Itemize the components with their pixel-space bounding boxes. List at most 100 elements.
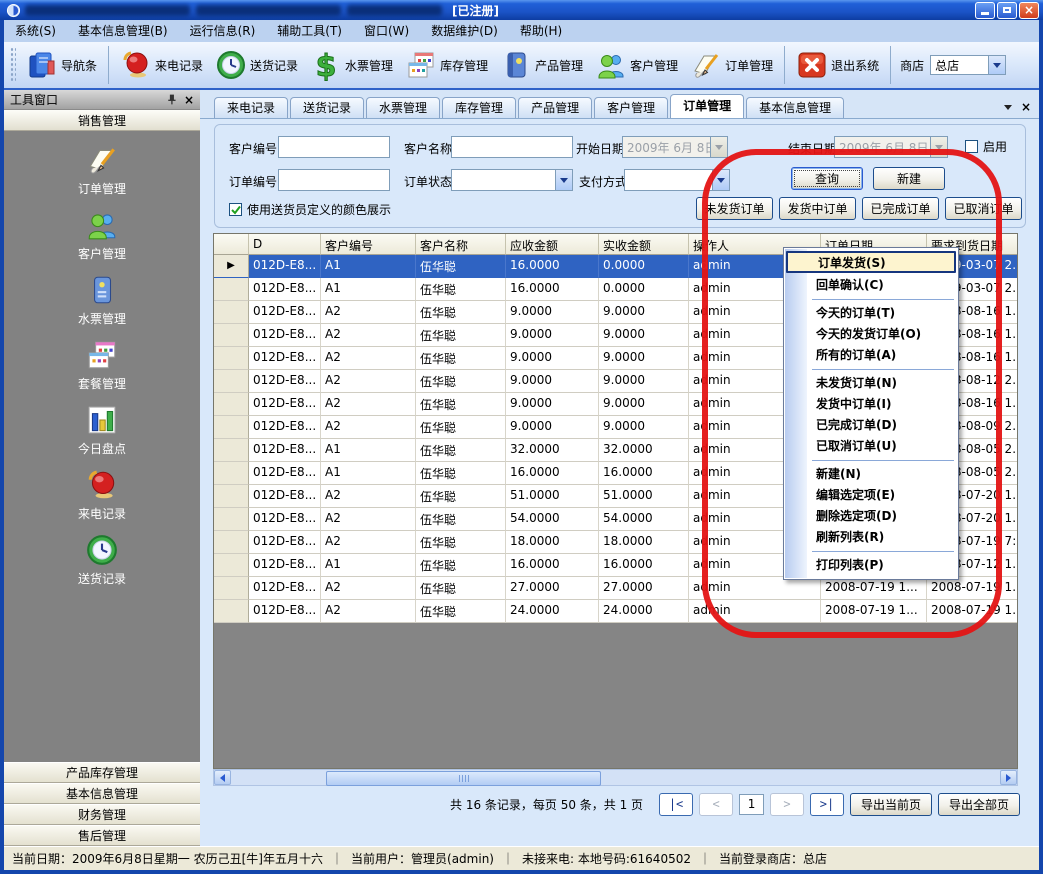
- menu-item[interactable]: 运行信息(R): [179, 20, 267, 42]
- checkbox-unchecked-icon[interactable]: [965, 140, 978, 153]
- scroll-right-icon[interactable]: [1000, 770, 1017, 785]
- cust-no-input[interactable]: [278, 136, 390, 158]
- toolbar-button[interactable]: 退出系统: [790, 45, 885, 85]
- row-selector-cell[interactable]: [214, 301, 249, 324]
- context-menu-item[interactable]: 刷新列表(R): [784, 527, 958, 548]
- tab[interactable]: 基本信息管理: [746, 97, 844, 118]
- order-status-filter-button[interactable]: 未发货订单: [696, 197, 773, 220]
- close-button[interactable]: ×: [1019, 2, 1039, 19]
- order-status-filter-button[interactable]: 已完成订单: [862, 197, 939, 220]
- toolbar-button[interactable]: $ 水票管理: [304, 45, 399, 85]
- sidebar-item[interactable]: 订单管理: [78, 143, 126, 197]
- row-selector-cell[interactable]: [214, 370, 249, 393]
- context-menu-item[interactable]: 订单发货(S): [786, 251, 956, 273]
- page-number-input[interactable]: 1: [739, 794, 764, 815]
- row-selector-cell[interactable]: [214, 324, 249, 347]
- tab-close-icon[interactable]: ×: [1018, 100, 1034, 114]
- checkbox-checked-icon[interactable]: [229, 203, 242, 216]
- sidebar-item[interactable]: 今日盘点: [78, 403, 126, 457]
- menu-item[interactable]: 窗口(W): [353, 20, 420, 42]
- toolbar-button[interactable]: 送货记录: [209, 45, 304, 85]
- tab[interactable]: 订单管理: [670, 94, 744, 118]
- sidebar-item[interactable]: 套餐管理: [78, 338, 126, 392]
- row-selector-cell[interactable]: [214, 577, 249, 600]
- column-header[interactable]: 实收金额: [599, 234, 689, 255]
- end-date-picker[interactable]: 2009年 6月 8日: [834, 136, 948, 158]
- first-page-button[interactable]: |<: [659, 793, 693, 816]
- pay-method-combobox[interactable]: [624, 169, 730, 191]
- horizontal-scrollbar[interactable]: [213, 769, 1018, 786]
- column-header[interactable]: [214, 234, 249, 255]
- column-header[interactable]: 应收金额: [506, 234, 599, 255]
- sidebar-item[interactable]: 客户管理: [78, 208, 126, 262]
- sidebar-section-header[interactable]: 销售管理: [4, 110, 200, 131]
- column-header[interactable]: 客户名称: [416, 234, 506, 255]
- row-selector-cell[interactable]: [214, 462, 249, 485]
- order-status-filter-button[interactable]: 发货中订单: [779, 197, 856, 220]
- context-menu-item[interactable]: 编辑选定项(E): [784, 485, 958, 506]
- row-selector-cell[interactable]: [214, 485, 249, 508]
- menu-item[interactable]: 系统(S): [4, 20, 67, 42]
- chevron-down-icon[interactable]: [555, 170, 572, 190]
- sidebar-item[interactable]: 送货记录: [78, 533, 126, 587]
- row-selector-cell[interactable]: [214, 531, 249, 554]
- order-no-input[interactable]: [278, 169, 390, 191]
- cust-name-input[interactable]: [451, 136, 573, 158]
- toolbar-grip[interactable]: [10, 47, 16, 83]
- tab[interactable]: 客户管理: [594, 97, 668, 118]
- menu-item[interactable]: 数据维护(D): [420, 20, 509, 42]
- context-menu-item[interactable]: 新建(N): [784, 464, 958, 485]
- tool-window-close-icon[interactable]: ×: [184, 93, 194, 107]
- row-selector-cell[interactable]: [214, 508, 249, 531]
- row-selector-cell[interactable]: [214, 439, 249, 462]
- row-selector-cell[interactable]: [214, 554, 249, 577]
- restore-button[interactable]: [997, 2, 1017, 19]
- context-menu-item[interactable]: 今天的订单(T): [784, 303, 958, 324]
- last-page-button[interactable]: >|: [810, 793, 844, 816]
- sidebar-item[interactable]: 来电记录: [78, 468, 126, 522]
- pin-icon[interactable]: [165, 93, 178, 106]
- context-menu-item[interactable]: 删除选定项(D): [784, 506, 958, 527]
- export-all-pages-button[interactable]: 导出全部页: [938, 793, 1020, 816]
- scroll-left-icon[interactable]: [214, 770, 231, 785]
- order-status-combobox[interactable]: [451, 169, 573, 191]
- prev-page-button[interactable]: <: [699, 793, 733, 816]
- shop-combobox[interactable]: 总店: [930, 55, 1006, 75]
- tab-list-dropdown-icon[interactable]: [1000, 100, 1016, 114]
- row-selector-cell[interactable]: [214, 416, 249, 439]
- sidebar-group-bar[interactable]: 产品库存管理: [4, 762, 200, 783]
- start-date-picker[interactable]: 2009年 6月 8日: [622, 136, 728, 158]
- context-menu-item[interactable]: 未发货订单(N): [784, 373, 958, 394]
- column-header[interactable]: D: [249, 234, 321, 255]
- row-selector-cell[interactable]: [214, 393, 249, 416]
- table-row[interactable]: 012D-E8... A2 伍华聪 24.0000 24.0000 admin …: [214, 600, 1017, 623]
- sidebar-group-bar[interactable]: 基本信息管理: [4, 783, 200, 804]
- enable-checkbox[interactable]: 启用: [965, 138, 1007, 155]
- sidebar-group-bar[interactable]: 售后管理: [4, 825, 200, 846]
- scrollbar-thumb[interactable]: [326, 771, 601, 786]
- toolbar-button[interactable]: 来电记录: [114, 45, 209, 85]
- toolbar-button[interactable]: 客户管理: [589, 45, 684, 85]
- tab[interactable]: 来电记录: [214, 97, 288, 118]
- order-status-filter-button[interactable]: 已取消订单: [945, 197, 1022, 220]
- tab[interactable]: 送货记录: [290, 97, 364, 118]
- context-menu-item[interactable]: 回单确认(C): [784, 275, 958, 296]
- menu-item[interactable]: 帮助(H): [509, 20, 573, 42]
- context-menu-item[interactable]: 打印列表(P): [784, 555, 958, 576]
- context-menu-item[interactable]: 已取消订单(U): [784, 436, 958, 457]
- toolbar-button[interactable]: 产品管理: [494, 45, 589, 85]
- toolbar-button[interactable]: 订单管理: [684, 45, 779, 85]
- sidebar-item[interactable]: 水票管理: [78, 273, 126, 327]
- chevron-down-icon[interactable]: [988, 56, 1005, 74]
- tab[interactable]: 水票管理: [366, 97, 440, 118]
- new-button[interactable]: 新建: [873, 167, 945, 190]
- table-row[interactable]: 012D-E8... A2 伍华聪 27.0000 27.0000 admin …: [214, 577, 1017, 600]
- row-selector-cell[interactable]: [214, 347, 249, 370]
- menu-item[interactable]: 基本信息管理(B): [67, 20, 179, 42]
- next-page-button[interactable]: >: [770, 793, 804, 816]
- menu-item[interactable]: 辅助工具(T): [266, 20, 353, 42]
- tab[interactable]: 库存管理: [442, 97, 516, 118]
- row-selector-cell[interactable]: ▶: [214, 255, 249, 278]
- row-selector-cell[interactable]: [214, 278, 249, 301]
- row-selector-cell[interactable]: [214, 600, 249, 623]
